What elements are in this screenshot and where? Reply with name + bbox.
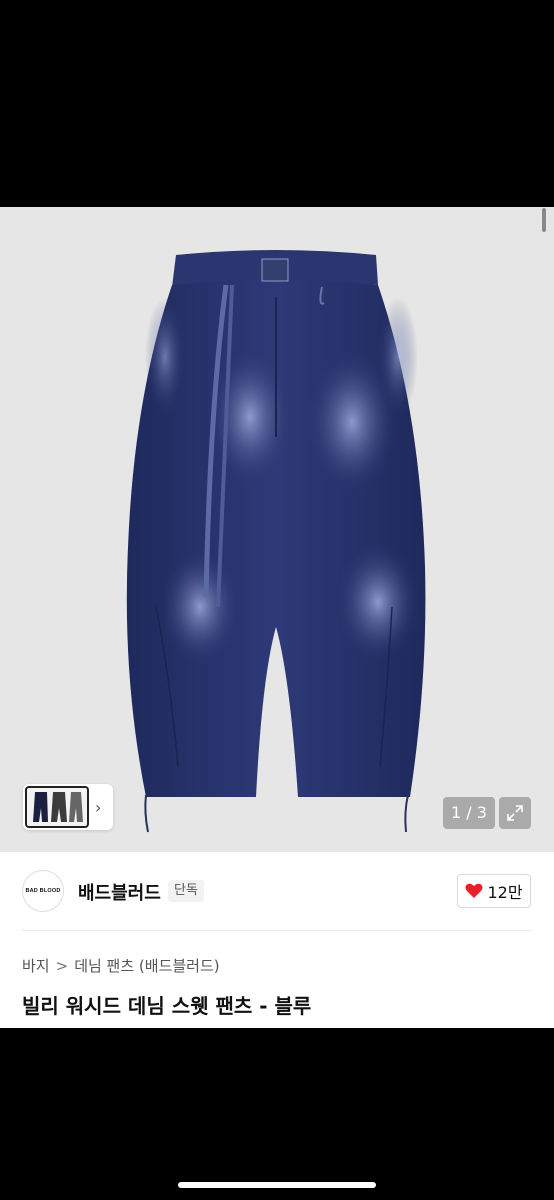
thumbnail-strip[interactable]: › <box>23 784 113 830</box>
breadcrumb-item-category[interactable]: 바지 <box>22 955 50 976</box>
heart-icon <box>465 883 483 898</box>
brand-row[interactable]: BAD BLOOD 배드블러드 단독 12만 <box>0 852 554 930</box>
page-counter: 1 / 3 <box>443 797 495 829</box>
breadcrumb: 바지 > 데님 팬츠 (배드블러드) <box>22 955 220 976</box>
product-image <box>126 250 426 833</box>
page-separator: / <box>466 803 472 822</box>
home-indicator[interactable] <box>178 1182 376 1188</box>
expand-icon <box>507 805 523 821</box>
breadcrumb-item-subcategory[interactable]: 데님 팬츠 (배드블러드) <box>74 955 219 976</box>
page-current: 1 <box>451 803 462 822</box>
thumbnail-image[interactable] <box>25 786 89 828</box>
scrollbar-thumb[interactable] <box>542 208 546 232</box>
brand-logo[interactable]: BAD BLOOD <box>22 870 64 912</box>
like-button[interactable]: 12만 <box>457 874 531 908</box>
breadcrumb-separator: > <box>55 956 69 975</box>
product-info: BAD BLOOD 배드블러드 단독 12만 바지 > 데님 팬츠 (배드블러드… <box>0 852 554 1028</box>
brand-logo-text: BAD BLOOD <box>25 888 61 894</box>
chevron-right-icon[interactable]: › <box>95 798 101 817</box>
exclusive-badge: 단독 <box>168 880 204 902</box>
brand-name[interactable]: 배드블러드 <box>78 879 161 905</box>
like-count: 12만 <box>487 883 523 902</box>
divider <box>22 930 532 931</box>
page-total: 3 <box>476 803 487 822</box>
expand-button[interactable] <box>499 797 531 829</box>
product-title: 빌리 워시드 데님 스웻 팬츠 - 블루 <box>22 994 312 1018</box>
product-image-gallery[interactable] <box>0 207 554 852</box>
screen: › 1 / 3 BAD BLOOD 배드블러드 단독 12만 바지 > 데님 팬… <box>0 0 554 1200</box>
